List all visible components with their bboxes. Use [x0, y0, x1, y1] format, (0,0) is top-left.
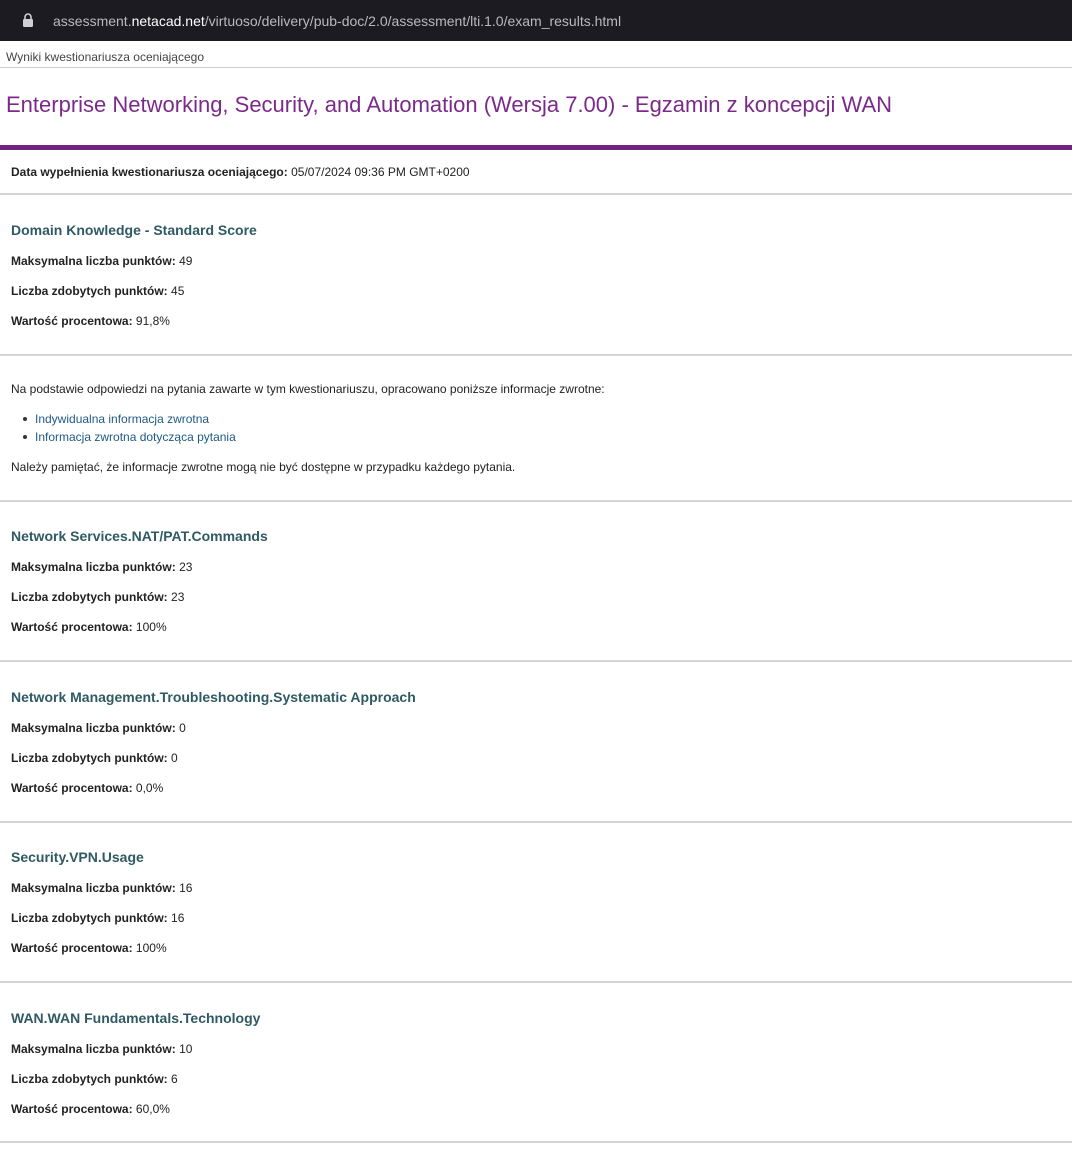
max-points: Maksymalna liczba punktów: 10 [11, 1042, 192, 1056]
score-section-vpn: Security.VPN.Usage Maksymalna liczba pun… [11, 848, 1061, 955]
divider [0, 660, 1072, 662]
question-feedback-link[interactable]: Informacja zwrotna dotycząca pytania [35, 430, 236, 444]
earned-points-label: Liczba zdobytych punktów: [11, 751, 168, 765]
earned-points-label: Liczba zdobytych punktów: [11, 284, 168, 298]
divider [0, 354, 1072, 356]
section-title: Security.VPN.Usage [11, 849, 144, 865]
list-item: Informacja zwrotna dotycząca pytania [23, 430, 236, 448]
score-section-nat-pat: Network Services.NAT/PAT.Commands Maksym… [11, 527, 1061, 634]
percent-score: Wartość procentowa: 0,0% [11, 781, 163, 795]
list-item: Indywidualna informacja zwrotna [23, 412, 236, 430]
url-prefix: assessment. [53, 13, 132, 29]
max-points: Maksymalna liczba punktów: 49 [11, 254, 192, 268]
max-points: Maksymalna liczba punktów: 0 [11, 721, 186, 735]
completion-date: Data wypełnienia kwestionariusza oceniaj… [11, 165, 470, 179]
max-points-label: Maksymalna liczba punktów: [11, 560, 176, 574]
percent-score: Wartość procentowa: 100% [11, 620, 167, 634]
feedback-note: Należy pamiętać, że informacje zwrotne m… [11, 460, 516, 474]
browser-url-bar[interactable]: assessment.netacad.net/virtuoso/delivery… [0, 0, 1072, 41]
completion-date-label: Data wypełnienia kwestionariusza oceniaj… [11, 165, 288, 179]
score-section-domain-knowledge: Domain Knowledge - Standard Score Maksym… [11, 221, 1061, 328]
percent-score-label: Wartość procentowa: [11, 620, 133, 634]
divider [0, 821, 1072, 823]
url-domain: netacad.net [131, 13, 205, 29]
max-points-label: Maksymalna liczba punktów: [11, 881, 176, 895]
divider [0, 500, 1072, 502]
percent-score-label: Wartość procentowa: [11, 941, 133, 955]
bullet-icon [23, 417, 27, 421]
earned-points-label: Liczba zdobytych punktów: [11, 911, 168, 925]
url-path: /virtuoso/delivery/pub-doc/2.0/assessmen… [204, 13, 622, 29]
completion-date-value: 05/07/2024 09:36 PM GMT+0200 [291, 165, 470, 179]
earned-points-value: 6 [171, 1072, 178, 1086]
earned-points-value: 0 [171, 751, 178, 765]
percent-score-value: 0,0% [135, 781, 164, 795]
divider [0, 1141, 1072, 1143]
percent-score-label: Wartość procentowa: [11, 1102, 133, 1116]
feedback-section: Na podstawie odpowiedzi na pytania zawar… [11, 382, 1061, 474]
percent-score-value: 91,8% [135, 314, 170, 328]
max-points: Maksymalna liczba punktów: 16 [11, 881, 192, 895]
earned-points-label: Liczba zdobytych punktów: [11, 590, 168, 604]
earned-points: Liczba zdobytych punktów: 16 [11, 911, 184, 925]
title-rule [0, 145, 1072, 150]
bullet-icon [23, 435, 27, 439]
max-points-value: 23 [179, 560, 193, 574]
max-points: Maksymalna liczba punktów: 23 [11, 560, 192, 574]
percent-score-value: 100% [135, 941, 167, 955]
percent-score-label: Wartość procentowa: [11, 314, 133, 328]
url-text[interactable]: assessment.netacad.net/virtuoso/delivery… [53, 12, 621, 30]
earned-points-label: Liczba zdobytych punktów: [11, 1072, 168, 1086]
section-title: Network Services.NAT/PAT.Commands [11, 528, 268, 544]
percent-score: Wartość procentowa: 100% [11, 941, 167, 955]
max-points-value: 10 [179, 1042, 193, 1056]
divider [0, 193, 1072, 195]
percent-score: Wartość procentowa: 60,0% [11, 1102, 170, 1116]
individual-feedback-link[interactable]: Indywidualna informacja zwrotna [35, 412, 209, 426]
page-title: Enterprise Networking, Security, and Aut… [6, 92, 893, 117]
earned-points: Liczba zdobytych punktów: 0 [11, 751, 178, 765]
percent-score: Wartość procentowa: 91,8% [11, 314, 170, 328]
score-section-wan: WAN.WAN Fundamentals.Technology Maksymal… [11, 1009, 1061, 1116]
max-points-value: 49 [179, 254, 193, 268]
max-points-label: Maksymalna liczba punktów: [11, 1042, 176, 1056]
max-points-value: 0 [179, 721, 186, 735]
divider [0, 981, 1072, 983]
earned-points-value: 23 [171, 590, 185, 604]
earned-points: Liczba zdobytych punktów: 6 [11, 1072, 178, 1086]
feedback-intro: Na podstawie odpowiedzi na pytania zawar… [11, 382, 605, 396]
score-section-troubleshooting: Network Management.Troubleshooting.Syste… [11, 688, 1061, 795]
section-title: WAN.WAN Fundamentals.Technology [11, 1010, 261, 1026]
lock-icon[interactable] [22, 13, 34, 28]
feedback-links: Indywidualna informacja zwrotna Informac… [23, 412, 236, 448]
section-title: Network Management.Troubleshooting.Syste… [11, 689, 416, 705]
earned-points: Liczba zdobytych punktów: 23 [11, 590, 184, 604]
earned-points: Liczba zdobytych punktów: 45 [11, 284, 184, 298]
percent-score-value: 60,0% [135, 1102, 170, 1116]
section-title: Domain Knowledge - Standard Score [11, 222, 257, 238]
earned-points-value: 45 [171, 284, 185, 298]
max-points-label: Maksymalna liczba punktów: [11, 254, 176, 268]
breadcrumb: Wyniki kwestionariusza oceniającego [6, 50, 204, 64]
percent-score-value: 100% [135, 620, 167, 634]
max-points-value: 16 [179, 881, 193, 895]
earned-points-value: 16 [171, 911, 185, 925]
breadcrumb-divider [0, 67, 1072, 68]
max-points-label: Maksymalna liczba punktów: [11, 721, 176, 735]
percent-score-label: Wartość procentowa: [11, 781, 133, 795]
